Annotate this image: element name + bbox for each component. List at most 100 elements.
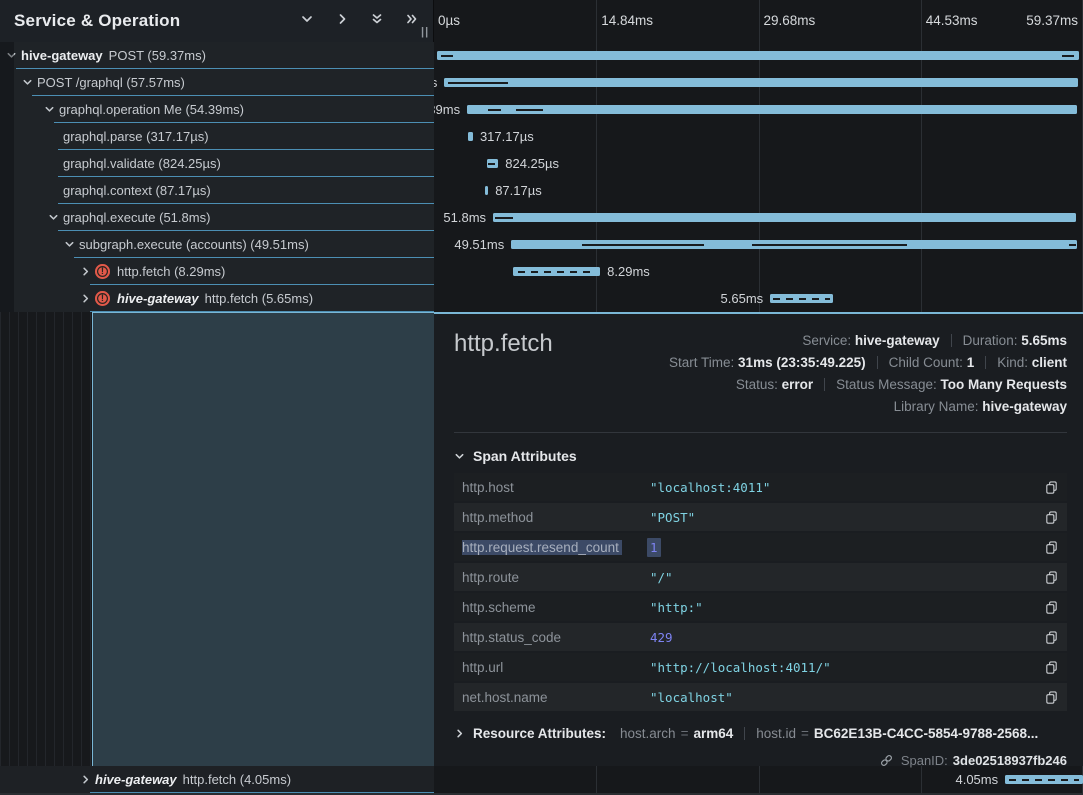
tree-row[interactable]: !hive-gatewayhttp.fetch (5.65ms) <box>0 285 434 312</box>
attribute-value: "http://localhost:4011/" <box>650 660 831 675</box>
tree-row[interactable]: POST /graphql (57.57ms) <box>0 69 434 96</box>
span-bar-segment <box>448 82 508 84</box>
span-attributes-header[interactable]: Span Attributes <box>434 433 1083 473</box>
chevron-down-icon[interactable] <box>48 212 63 223</box>
operation-label: http.fetch (4.05ms) <box>183 772 291 787</box>
span-bar[interactable] <box>513 267 600 276</box>
tree-row[interactable]: graphql.validate (824.25µs) <box>0 150 434 177</box>
timeline-tick: 59.37ms <box>1026 13 1078 28</box>
copy-icon[interactable] <box>1044 540 1059 555</box>
meta-label: Library Name: <box>894 399 983 414</box>
chevron-down-icon[interactable] <box>64 239 79 250</box>
attribute-key: http.method <box>462 510 650 525</box>
span-id-label: SpanID: <box>901 753 948 768</box>
attribute-value: 1 <box>650 540 661 555</box>
chevron-down-icon[interactable] <box>44 104 59 115</box>
meta-label: Start Time: <box>669 355 738 370</box>
span-bar-segment <box>752 244 908 246</box>
timeline-row: 57.57ms <box>434 69 1083 96</box>
tree-row[interactable]: ! http.fetch (8.29ms) <box>0 258 434 285</box>
duration-label: 51.8ms <box>443 210 486 225</box>
span-title: http.fetch <box>454 330 553 418</box>
tree-row[interactable]: graphql.execute (51.8ms) <box>0 204 434 231</box>
link-icon[interactable] <box>879 753 894 768</box>
chevron-down-icon[interactable] <box>22 77 37 88</box>
error-icon: ! <box>95 264 110 279</box>
service-name: hive-gateway <box>21 48 103 63</box>
duration-label: 87.17µs <box>495 183 542 198</box>
resource-attributes-row[interactable]: Resource Attributes: host.arch=arm64host… <box>434 713 1083 741</box>
tree-row[interactable]: graphql.parse (317.17µs) <box>0 123 434 150</box>
tree-row[interactable]: graphql.operation Me (54.39ms) <box>0 96 434 123</box>
span-bar[interactable] <box>444 78 1077 87</box>
span-bar[interactable] <box>468 132 473 141</box>
meta-value: hive-gateway <box>855 333 940 348</box>
operation-label: graphql.validate (824.25µs) <box>63 156 221 171</box>
copy-icon[interactable] <box>1044 660 1059 675</box>
attribute-key: http.request.resend_count <box>462 540 650 555</box>
service-name: hive-gateway <box>95 772 177 787</box>
span-bar[interactable] <box>437 51 1079 60</box>
timeline-row: 824.25µs <box>434 150 1083 177</box>
span-bar[interactable] <box>493 213 1076 222</box>
copy-icon[interactable] <box>1044 510 1059 525</box>
copy-icon[interactable] <box>1044 480 1059 495</box>
operation-label: graphql.context (87.17µs) <box>63 183 211 198</box>
copy-icon[interactable] <box>1044 630 1059 645</box>
timeline-row: 317.17µs <box>434 123 1083 150</box>
span-bar[interactable] <box>485 186 488 195</box>
operation-label: graphql.operation Me (54.39ms) <box>59 102 244 117</box>
span-bar[interactable] <box>1005 775 1083 784</box>
meta-label: Status Message: <box>836 377 940 392</box>
tree-row[interactable]: hive-gatewayPOST (59.37ms) <box>0 42 434 69</box>
copy-icon[interactable] <box>1044 690 1059 705</box>
service-name: hive-gateway <box>117 291 199 306</box>
operation-label: http.fetch (8.29ms) <box>117 264 225 279</box>
meta-value: hive-gateway <box>982 399 1067 414</box>
span-bar-segment <box>582 244 704 246</box>
duration-label: 49.51ms <box>454 237 504 252</box>
span-id-row: SpanID: 3de02518937fb246 <box>434 741 1083 768</box>
chevron-down-icon[interactable] <box>6 50 21 61</box>
attribute-value: "localhost" <box>650 690 733 705</box>
resource-attribute-key: host.id <box>756 726 796 741</box>
span-bar[interactable] <box>770 294 833 303</box>
span-bar[interactable] <box>487 159 498 168</box>
double-chevron-right-icon[interactable] <box>405 12 419 26</box>
timeline-row: 51.8ms <box>434 204 1083 231</box>
timeline-tick: 0µs <box>438 13 460 28</box>
span-bar[interactable] <box>511 240 1077 249</box>
chevron-right-icon[interactable] <box>80 266 95 277</box>
duration-label: 824.25µs <box>505 156 559 171</box>
span-bar[interactable] <box>467 105 1076 114</box>
meta-value: Too Many Requests <box>940 377 1067 392</box>
tree-row[interactable]: hive-gateway http.fetch (4.05ms) <box>0 766 434 793</box>
error-icon: ! <box>95 291 110 306</box>
attribute-row: http.request.resend_count1 <box>454 533 1067 561</box>
operation-label: graphql.execute (51.8ms) <box>63 210 210 225</box>
meta-label: Status: <box>736 377 782 392</box>
attribute-key: http.scheme <box>462 600 650 615</box>
span-attributes-table: http.host"localhost:4011"http.method"POS… <box>454 473 1067 711</box>
span-bar-segment <box>1062 55 1074 57</box>
span-detail-panel: http.fetch Service: hive-gatewayDuration… <box>434 312 1083 766</box>
duration-label: 5.65ms <box>721 291 764 306</box>
meta-value: client <box>1032 355 1067 370</box>
tree-row[interactable]: graphql.context (87.17µs) <box>0 177 434 204</box>
attribute-value: "POST" <box>650 510 695 525</box>
timeline-row: 49.51ms <box>434 231 1083 258</box>
copy-icon[interactable] <box>1044 570 1059 585</box>
chevron-down-icon[interactable] <box>300 12 314 26</box>
double-chevron-down-icon[interactable] <box>370 12 384 26</box>
timeline-column: 0µs14.84ms29.68ms44.53ms59.37ms 57.57ms5… <box>434 0 1083 795</box>
meta-value: 1 <box>967 355 975 370</box>
span-bar-dashes <box>488 163 498 165</box>
chevron-right-icon[interactable] <box>80 774 95 785</box>
chevron-right-icon[interactable] <box>335 12 349 26</box>
attribute-value: "localhost:4011" <box>650 480 770 495</box>
chevron-right-icon[interactable] <box>80 293 95 304</box>
panel-resize-handle[interactable]: || <box>421 26 429 38</box>
tree-row[interactable]: subgraph.execute (accounts) (49.51ms) <box>0 231 434 258</box>
copy-icon[interactable] <box>1044 600 1059 615</box>
span-bar-segment <box>441 55 453 57</box>
